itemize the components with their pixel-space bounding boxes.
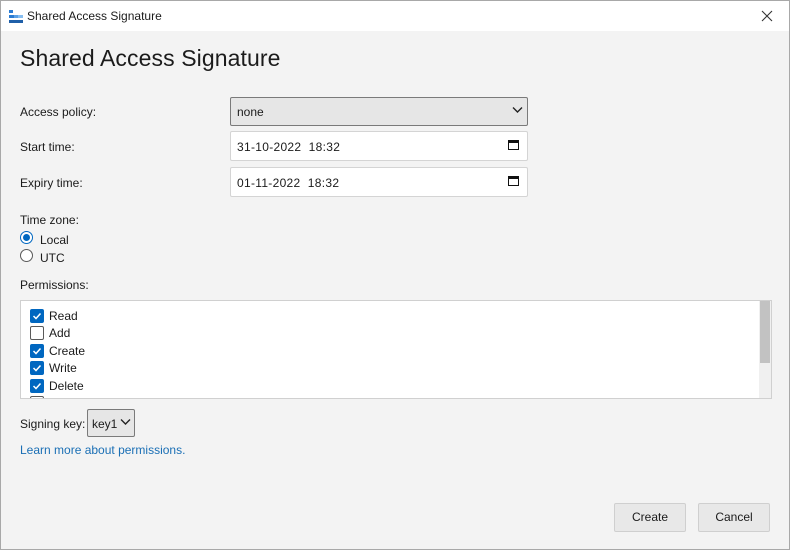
window-title: Shared Access Signature: [27, 9, 162, 23]
access-policy-select[interactable]: none: [230, 97, 528, 126]
close-button[interactable]: [745, 1, 789, 31]
start-time-value: 31-10-2022 18:32: [237, 140, 341, 154]
checkmark-icon: [32, 382, 42, 390]
start-time-label: Start time:: [20, 140, 75, 154]
checkmark-icon: [32, 364, 42, 372]
checkmark-icon: [32, 312, 42, 320]
create-button[interactable]: Create: [614, 503, 686, 532]
permissions-label: Permissions:: [20, 278, 89, 292]
checkbox[interactable]: [30, 326, 44, 340]
permission-label: Create: [49, 344, 86, 358]
chevron-down-icon: [120, 419, 131, 425]
access-policy-value: none: [237, 105, 264, 119]
signing-key-select[interactable]: key1: [87, 409, 135, 437]
permission-label: Add: [49, 326, 71, 340]
checkbox[interactable]: [30, 344, 44, 358]
radio-label: Local: [40, 233, 69, 247]
chevron-down-icon: [512, 107, 523, 113]
expiry-time-label: Expiry time:: [20, 176, 83, 190]
app-icon: [9, 10, 23, 23]
expiry-time-input[interactable]: 01-11-2022 18:32: [230, 167, 528, 197]
scrollbar-thumb[interactable]: [760, 301, 770, 363]
permission-label: Write: [49, 361, 77, 375]
permissions-scrollbar[interactable]: [759, 301, 771, 398]
checkbox[interactable]: [30, 361, 44, 375]
close-icon: [761, 10, 773, 22]
checkbox[interactable]: [30, 379, 44, 393]
dialog-window: Shared Access Signature Shared Access Si…: [0, 0, 790, 550]
checkbox[interactable]: [30, 396, 44, 398]
checkmark-icon: [32, 347, 42, 355]
checkbox[interactable]: [30, 309, 44, 323]
expiry-time-value: 01-11-2022 18:32: [237, 176, 340, 190]
title-bar: Shared Access Signature: [1, 1, 789, 31]
calendar-icon[interactable]: [508, 139, 519, 150]
start-time-input[interactable]: 31-10-2022 18:32: [230, 131, 528, 161]
learn-more-link[interactable]: Learn more about permissions.: [20, 443, 185, 457]
cancel-button[interactable]: Cancel: [698, 503, 770, 532]
permissions-list[interactable]: Read Add Create Write Delete: [20, 300, 772, 399]
radio-button[interactable]: [20, 249, 33, 262]
permission-label: Read: [49, 309, 78, 323]
permission-label: Delete: [49, 379, 84, 393]
signing-key-label: Signing key:: [20, 417, 86, 431]
radio-button[interactable]: [20, 231, 33, 244]
radio-label: UTC: [40, 251, 65, 265]
time-zone-label: Time zone:: [20, 213, 79, 227]
signing-key-value: key1: [92, 417, 118, 431]
access-policy-label: Access policy:: [20, 105, 97, 119]
page-title: Shared Access Signature: [20, 45, 281, 71]
calendar-icon[interactable]: [508, 175, 519, 186]
